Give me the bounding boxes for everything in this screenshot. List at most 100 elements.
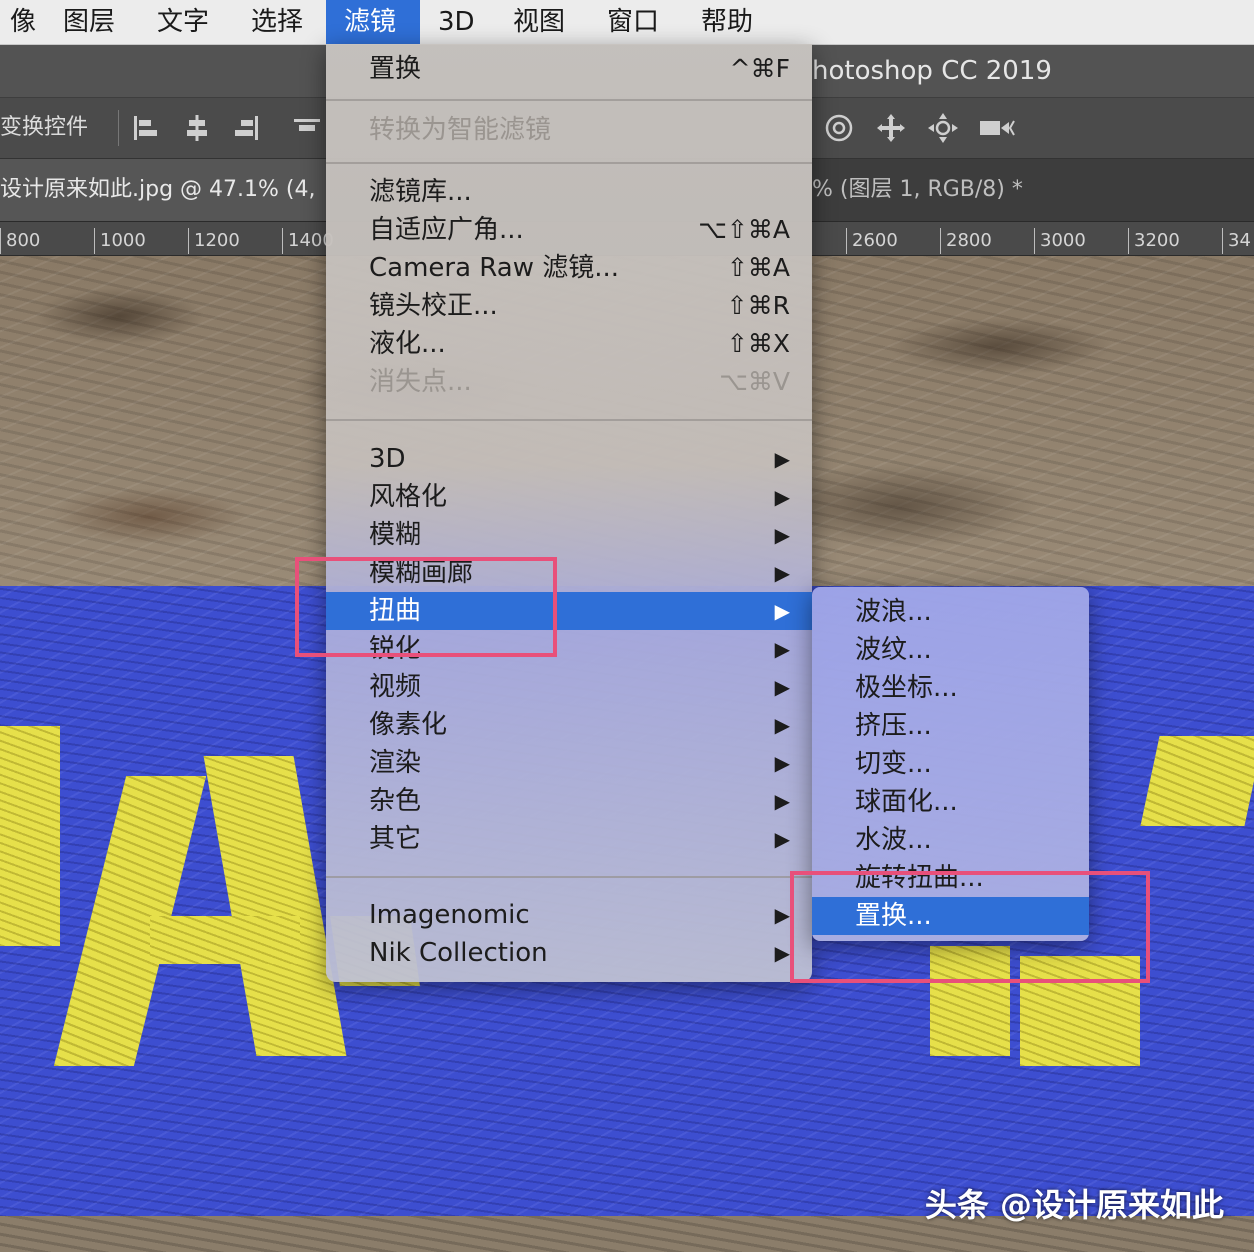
menu-item-label: 消失点... bbox=[369, 367, 472, 397]
menu-item-3d[interactable]: 3D ▶ bbox=[326, 440, 812, 478]
submenu-item-label: 极坐标... bbox=[855, 673, 958, 703]
menu-layer[interactable]: 图层 bbox=[45, 0, 133, 44]
highlight-box-displace bbox=[790, 871, 1150, 983]
submenu-arrow-icon: ▶ bbox=[774, 485, 790, 509]
menu-item-label: 液化... bbox=[369, 329, 446, 359]
menu-item-render[interactable]: 渲染 ▶ bbox=[326, 744, 812, 782]
ruler-tick: 1000 bbox=[94, 228, 146, 254]
submenu-item-label: 挤压... bbox=[855, 711, 932, 741]
align-right-icon[interactable] bbox=[230, 111, 264, 145]
menu-item-adaptive-wide-angle[interactable]: 自适应广角... ⌥⇧⌘A bbox=[326, 211, 812, 249]
menu-item-filter-gallery[interactable]: 滤镜库... bbox=[326, 173, 812, 211]
menu-divider bbox=[326, 99, 812, 101]
menu-item-other[interactable]: 其它 ▶ bbox=[326, 820, 812, 858]
menu-item-shortcut: ⇧⌘X bbox=[726, 329, 790, 358]
submenu-item-ripple[interactable]: 波纹... bbox=[812, 631, 1089, 669]
menu-item-label: 自适应广角... bbox=[369, 215, 524, 245]
menu-item-shortcut: ^⌘F bbox=[729, 54, 790, 83]
rotate-3d-icon[interactable] bbox=[822, 111, 856, 145]
submenu-arrow-icon: ▶ bbox=[774, 789, 790, 813]
watermark: 头条 @设计原来如此 bbox=[924, 1186, 1224, 1224]
submenu-item-shear[interactable]: 切变... bbox=[812, 745, 1089, 783]
submenu-item-polar-coordinates[interactable]: 极坐标... bbox=[812, 669, 1089, 707]
submenu-arrow-icon: ▶ bbox=[774, 751, 790, 775]
menu-select[interactable]: 选择 bbox=[233, 0, 321, 44]
ruler-tick: 800 bbox=[0, 228, 40, 254]
menu-item-lens-correction[interactable]: 镜头校正... ⇧⌘R bbox=[326, 287, 812, 325]
ruler-tick: 2800 bbox=[940, 228, 992, 254]
menu-item-stylize[interactable]: 风格化 ▶ bbox=[326, 478, 812, 516]
submenu-arrow-icon: ▶ bbox=[774, 675, 790, 699]
menu-item-label: 渲染 bbox=[369, 748, 422, 778]
submenu-item-label: 波浪... bbox=[855, 597, 932, 627]
ruler-tick: 1200 bbox=[188, 228, 240, 254]
pan-3d-icon[interactable] bbox=[874, 111, 908, 145]
submenu-item-zigzag[interactable]: 水波... bbox=[812, 821, 1089, 859]
align-center-icon[interactable] bbox=[180, 111, 214, 145]
menu-item-shortcut: ⇧⌘R bbox=[726, 291, 790, 320]
document-tab-label-right: % (图层 1, RGB/8) * bbox=[812, 177, 1023, 202]
menu-item-label: 3D bbox=[369, 444, 406, 474]
menu-item-shortcut: ⌥⇧⌘A bbox=[698, 215, 790, 244]
submenu-arrow-icon: ▶ bbox=[774, 827, 790, 851]
ruler-tick: 3000 bbox=[1034, 228, 1086, 254]
menu-item-label: 镜头校正... bbox=[369, 291, 498, 321]
align-left-icon[interactable] bbox=[128, 111, 162, 145]
menu-item-vanishing-point: 消失点... ⌥⌘V bbox=[326, 363, 812, 401]
menu-item-label: 风格化 bbox=[369, 482, 448, 512]
video-camera-icon[interactable] bbox=[978, 111, 1015, 145]
distribute-icon[interactable] bbox=[290, 111, 324, 145]
menu-view[interactable]: 视图 bbox=[495, 0, 583, 44]
submenu-arrow-icon: ▶ bbox=[774, 941, 790, 965]
menu-item-label: 置换 bbox=[369, 54, 422, 84]
document-tab-label: 设计原来如此.jpg @ 47.1% (4, bbox=[0, 177, 316, 202]
menu-item-last-filter[interactable]: 置换 ^⌘F bbox=[326, 50, 812, 88]
submenu-arrow-icon: ▶ bbox=[774, 523, 790, 547]
menu-item-label: 视频 bbox=[369, 672, 422, 702]
menu-item-nik-collection[interactable]: Nik Collection ▶ bbox=[326, 934, 812, 972]
submenu-arrow-icon: ▶ bbox=[774, 637, 790, 661]
submenu-item-spherize[interactable]: 球面化... bbox=[812, 783, 1089, 821]
slide-3d-icon[interactable] bbox=[926, 111, 960, 145]
filter-menu-dropdown: 置换 ^⌘F 转换为智能滤镜 滤镜库... 自适应广角... ⌥⇧⌘A Came… bbox=[326, 44, 812, 982]
menu-item-shortcut: ⌥⌘V bbox=[719, 367, 790, 396]
window-title: hotoshop CC 2019 bbox=[812, 56, 1052, 86]
menu-item-pixelate[interactable]: 像素化 ▶ bbox=[326, 706, 812, 744]
menu-item-label: Camera Raw 滤镜... bbox=[369, 253, 620, 283]
menu-item-label: 转换为智能滤镜 bbox=[369, 115, 552, 145]
menu-item-noise[interactable]: 杂色 ▶ bbox=[326, 782, 812, 820]
menu-filter[interactable]: 滤镜 bbox=[326, 0, 420, 44]
submenu-item-pinch[interactable]: 挤压... bbox=[812, 707, 1089, 745]
yellow-letter-shape bbox=[1140, 736, 1254, 826]
menu-item-camera-raw[interactable]: Camera Raw 滤镜... ⇧⌘A bbox=[326, 249, 812, 287]
menu-window[interactable]: 窗口 bbox=[589, 0, 677, 44]
yellow-letter-shape bbox=[150, 916, 300, 964]
menu-divider bbox=[326, 419, 812, 421]
yellow-letter-shape bbox=[0, 726, 60, 946]
menu-type[interactable]: 文字 bbox=[139, 0, 227, 44]
menu-bar: 像 图层 文字 选择 滤镜 3D 视图 窗口 帮助 bbox=[0, 0, 1254, 45]
menu-item-label: 模糊 bbox=[369, 520, 422, 550]
submenu-arrow-icon: ▶ bbox=[774, 713, 790, 737]
submenu-item-label: 球面化... bbox=[855, 787, 958, 817]
menu-divider bbox=[326, 162, 812, 164]
transform-controls-label[interactable]: 变换控件 bbox=[0, 98, 88, 158]
menu-divider bbox=[326, 876, 812, 878]
menu-item-convert-smart-filter: 转换为智能滤镜 bbox=[326, 111, 812, 149]
menu-item-shortcut: ⇧⌘A bbox=[726, 253, 790, 282]
menu-help[interactable]: 帮助 bbox=[683, 0, 771, 44]
menu-item-label: Imagenomic bbox=[369, 900, 530, 930]
menu-item-label: Nik Collection bbox=[369, 938, 548, 968]
document-tab[interactable]: 设计原来如此.jpg @ 47.1% (4, bbox=[0, 159, 330, 221]
menu-item-liquify[interactable]: 液化... ⇧⌘X bbox=[326, 325, 812, 363]
submenu-item-label: 切变... bbox=[855, 749, 932, 779]
submenu-item-wave[interactable]: 波浪... bbox=[812, 593, 1089, 631]
menu-item-blur[interactable]: 模糊 ▶ bbox=[326, 516, 812, 554]
menu-3d[interactable]: 3D bbox=[420, 0, 493, 44]
menu-item-video[interactable]: 视频 ▶ bbox=[326, 668, 812, 706]
submenu-arrow-icon: ▶ bbox=[774, 561, 790, 585]
submenu-item-label: 波纹... bbox=[855, 635, 932, 665]
menu-item-label: 滤镜库... bbox=[369, 177, 472, 207]
menu-item-imagenomic[interactable]: Imagenomic ▶ bbox=[326, 896, 812, 934]
ruler-tick: 34 bbox=[1222, 228, 1251, 254]
